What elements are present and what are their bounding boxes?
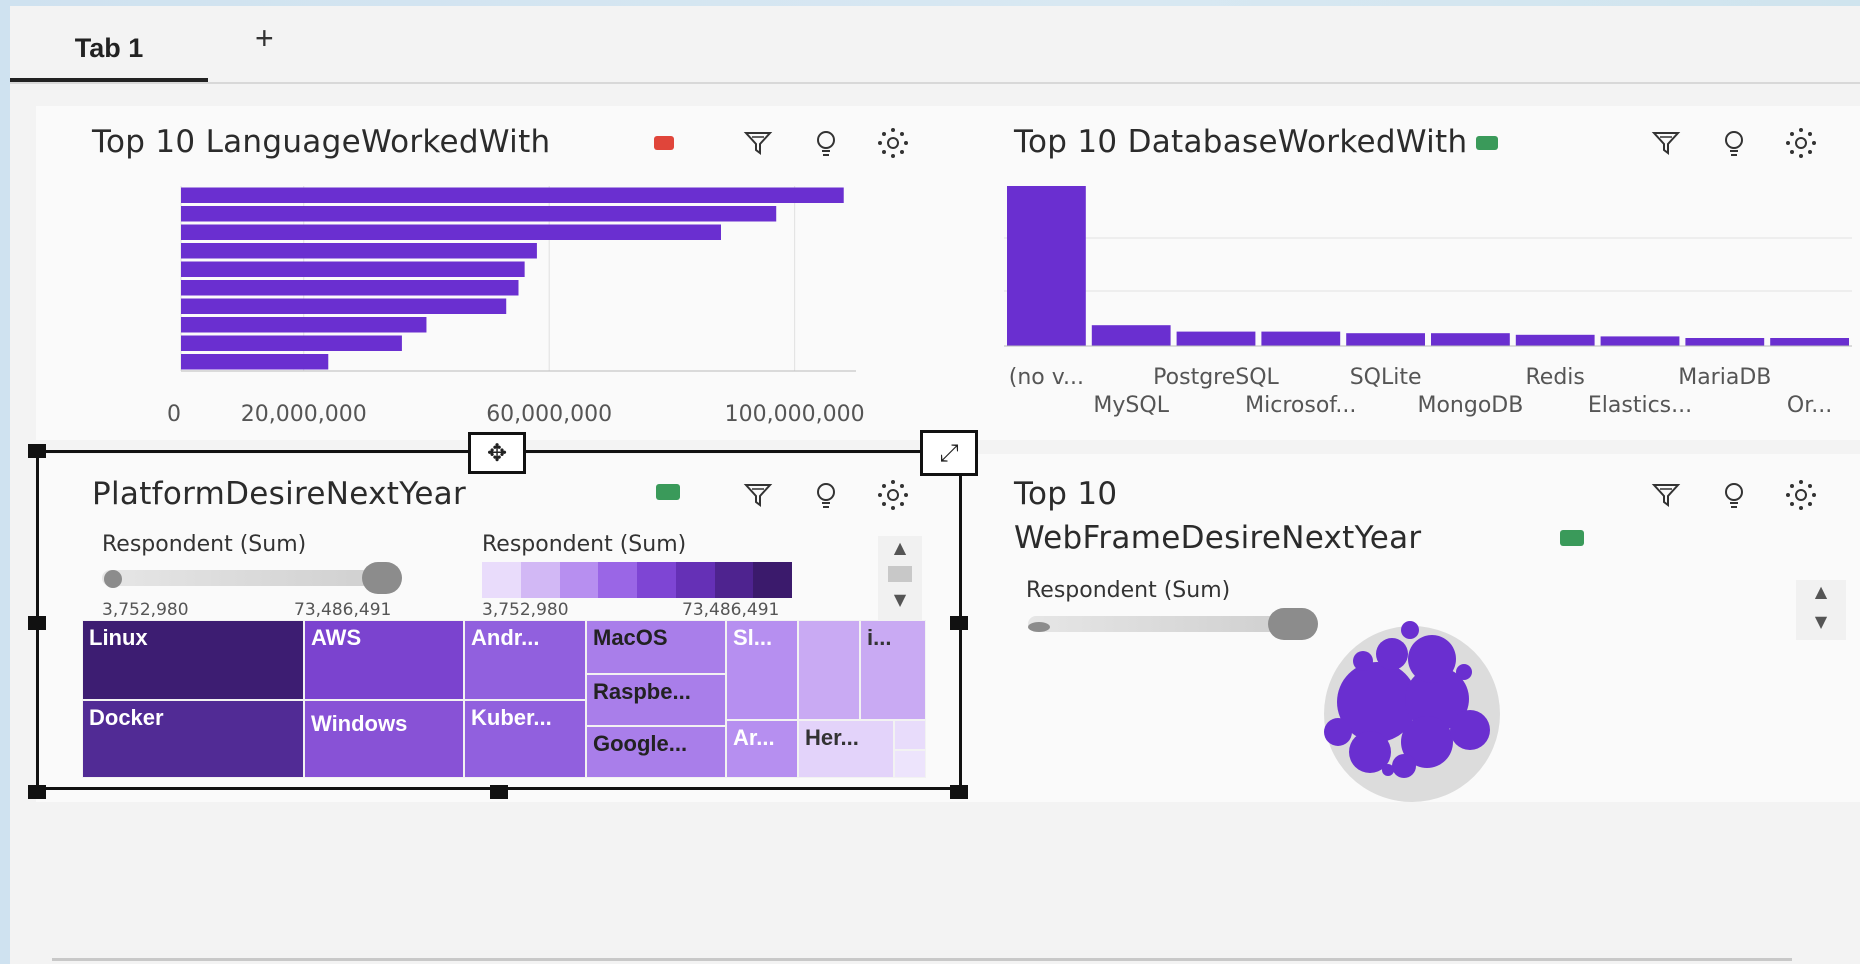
- webframe-bubble-chart: [1324, 621, 1500, 802]
- bar: [181, 243, 537, 259]
- bar: [181, 224, 721, 240]
- tick-label: Or...: [1787, 393, 1832, 418]
- bar: [1431, 333, 1510, 346]
- resize-handle[interactable]: [490, 785, 508, 799]
- bubble: [1324, 718, 1352, 746]
- card-webframe[interactable]: Top 10 WebFrameDesireNextYear Respondent…: [972, 454, 1860, 802]
- bar: [181, 354, 329, 370]
- bubble: [1353, 651, 1373, 671]
- bar: [1091, 325, 1171, 346]
- tick-label: Elastics...: [1588, 393, 1692, 418]
- bar: [181, 317, 427, 333]
- resize-handle[interactable]: [28, 444, 46, 458]
- bar: [181, 187, 844, 203]
- selection-frame: [36, 450, 962, 790]
- card-language[interactable]: Top 10 LanguageWorkedWith 0 20,000,000 60,…: [36, 106, 976, 440]
- bar: [1770, 338, 1849, 346]
- bar: [1007, 186, 1086, 346]
- move-icon[interactable]: ✥: [468, 432, 526, 474]
- bar: [1176, 331, 1256, 346]
- bubble: [1392, 754, 1416, 778]
- tick-label: MariaDB: [1678, 365, 1771, 390]
- tick-label: 100,000,000: [725, 402, 865, 427]
- language-bar-chart: 0 20,000,000 60,000,000 100,000,000: [167, 186, 865, 427]
- bar: [1685, 338, 1765, 346]
- tick-label: Redis: [1526, 365, 1585, 390]
- tick-label: (no v...: [1009, 365, 1084, 390]
- tab-1[interactable]: Tab 1: [10, 18, 208, 82]
- bar: [181, 261, 525, 277]
- resize-handle[interactable]: [28, 616, 46, 630]
- resize-handle[interactable]: [950, 616, 968, 630]
- bubble: [1401, 621, 1419, 639]
- tick-label: 60,000,000: [486, 402, 612, 427]
- bar: [181, 335, 402, 351]
- bar: [1346, 333, 1425, 346]
- bar: [1600, 336, 1680, 346]
- card-database[interactable]: Top 10 DatabaseWorkedWith (no v... MySQL P…: [972, 106, 1860, 440]
- expand-icon[interactable]: ⤢: [920, 430, 978, 476]
- bar: [181, 206, 777, 222]
- tab-bar: Tab 1 +: [10, 6, 1860, 84]
- bar: [1515, 334, 1595, 346]
- tick-label: Microsof...: [1245, 393, 1356, 418]
- tick-label: MongoDB: [1417, 393, 1523, 418]
- tick-label: MySQL: [1093, 393, 1169, 418]
- resize-handle[interactable]: [28, 785, 46, 799]
- bubble: [1382, 764, 1394, 776]
- database-bar-chart: (no v... MySQL PostgreSQL Microsof... SQLite…: [1004, 186, 1852, 418]
- bar: [1261, 331, 1341, 346]
- bubble: [1456, 664, 1472, 680]
- tick-label: SQLite: [1350, 365, 1422, 390]
- bubble: [1376, 638, 1408, 670]
- tick-label: 20,000,000: [241, 402, 367, 427]
- bottom-scrollbar[interactable]: [52, 958, 1792, 961]
- bar: [181, 280, 519, 296]
- add-tab-button[interactable]: +: [255, 20, 274, 57]
- resize-handle[interactable]: [950, 785, 968, 799]
- dashboard-app: Tab 1 + Top 10 LanguageWorkedWith 0 20,00…: [10, 6, 1860, 964]
- bar: [181, 298, 507, 314]
- bubble: [1408, 635, 1456, 683]
- tick-label: PostgreSQL: [1153, 365, 1279, 390]
- bubble: [1450, 710, 1490, 750]
- tick-label: 0: [167, 402, 181, 427]
